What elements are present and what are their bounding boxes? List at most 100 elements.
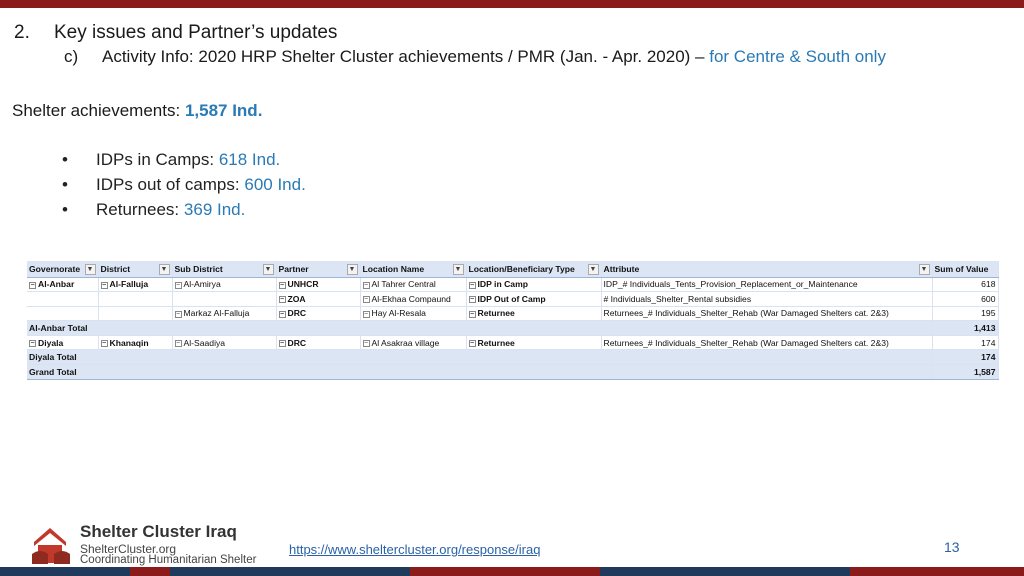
cell-district: Khanaqin: [109, 337, 149, 348]
subtotal-label: Al-Anbar Total: [27, 320, 933, 336]
subtotal-label: Diyala Total: [27, 349, 933, 366]
list-item: • IDPs out of camps: 600 Ind.: [62, 172, 306, 197]
collapse-icon[interactable]: −: [174, 339, 182, 347]
section-title: Key issues and Partner’s updates: [54, 22, 338, 43]
header-sum: Sum of Value: [932, 261, 999, 278]
logo-title: Shelter Cluster Iraq: [80, 522, 237, 541]
table-row: − ZOA − Al-Ekhaa Compaund − IDP Out of Camp…: [27, 291, 999, 307]
achievements-value: 1,587 Ind.: [184, 101, 263, 120]
cell-partner: UNHCR: [287, 279, 319, 290]
subtotal-row: Al-Anbar Total 1,413: [27, 320, 999, 336]
cell-type: IDP in Camp: [477, 279, 528, 290]
collapse-icon[interactable]: −: [468, 339, 476, 347]
cell-district: Al-Falluja: [109, 279, 149, 290]
subtitle-text: Activity Info: 2020 HRP Shelter Cluster …: [102, 47, 705, 66]
cell-subdistrict: Al-Amirya: [183, 279, 221, 290]
table-row: − Al-Anbar − Al-Falluja − Al-Amirya − UNHCR …: [27, 277, 999, 293]
table-row: − Markaz Al-Falluja − DRC − Hay Al-Resala −…: [27, 306, 999, 322]
cell-type: Returnee: [477, 308, 515, 319]
cell-location: Al Tahrer Central: [371, 279, 436, 290]
house-hands-icon: [32, 528, 70, 564]
header-district: District ▼: [98, 261, 173, 278]
cell-location: Hay Al-Resala: [371, 308, 426, 319]
item-label: IDPs out of camps:: [96, 175, 240, 194]
cell-governorate: Diyala: [38, 337, 64, 348]
page-number: 13: [944, 539, 960, 555]
collapse-icon[interactable]: −: [100, 281, 108, 289]
cell-subdistrict: Al-Saadiya: [183, 337, 226, 348]
cell-value: 174: [932, 335, 999, 351]
collapse-icon[interactable]: −: [362, 296, 370, 304]
filter-dropdown-icon[interactable]: ▼: [918, 263, 930, 275]
header-governorate: Governorate ▼: [27, 261, 99, 278]
footer-link[interactable]: https://www.sheltercluster.org/response/…: [289, 542, 540, 557]
grand-total-row: Grand Total 1,587: [27, 364, 999, 380]
collapse-icon[interactable]: −: [362, 339, 370, 347]
collapse-icon[interactable]: −: [362, 310, 370, 318]
shelter-cluster-logo: Shelter Cluster Iraq ShelterCluster.org …: [28, 522, 278, 566]
achievements-label: Shelter achievements:: [12, 101, 181, 120]
header-attribute: Attribute ▼: [601, 261, 933, 278]
breakdown-list: • IDPs in Camps: 618 Ind. • IDPs out of ca…: [62, 147, 306, 222]
grand-total-value: 1,587: [932, 364, 999, 380]
cell-attribute: Returnees_# Individuals_Shelter_Rehab (W…: [601, 306, 933, 322]
subtitle-label: c): [64, 47, 79, 66]
collapse-icon[interactable]: −: [468, 310, 476, 318]
bullet-icon: •: [62, 150, 68, 169]
collapse-icon[interactable]: −: [278, 310, 286, 318]
table-row: − Diyala − Khanaqin − Al-Saadiya − DRC − Al A…: [27, 335, 999, 351]
cell-value: 195: [932, 306, 999, 322]
collapse-icon[interactable]: −: [100, 339, 108, 347]
item-value: 369 Ind.: [183, 200, 246, 219]
collapse-icon[interactable]: −: [278, 281, 286, 289]
slide-subtitle: c) Activity Info: 2020 HRP Shelter Cluste…: [64, 47, 886, 67]
filter-active-icon[interactable]: ▼: [84, 263, 96, 275]
cell-attribute: Returnees_# Individuals_Shelter_Rehab (W…: [601, 335, 933, 351]
filter-dropdown-icon[interactable]: ▼: [346, 263, 358, 275]
collapse-icon[interactable]: −: [278, 339, 286, 347]
collapse-icon[interactable]: −: [29, 281, 36, 289]
item-value: 618 Ind.: [218, 150, 281, 169]
collapse-icon[interactable]: −: [468, 296, 476, 304]
table-header-row: Governorate ▼ District ▼ Sub District ▼ Par…: [27, 261, 999, 278]
slide-title: 2. Key issues and Partner’s updates: [14, 22, 337, 44]
pivot-table: Governorate ▼ District ▼ Sub District ▼ Par…: [27, 261, 999, 380]
cell-type: IDP Out of Camp: [477, 293, 546, 304]
item-label: IDPs in Camps:: [96, 150, 215, 169]
logo-tagline: Coordinating Humanitarian Shelter: [80, 554, 257, 566]
collapse-icon[interactable]: −: [468, 281, 476, 289]
cell-attribute: IDP_# Individuals_Tents_Provision_Replac…: [601, 277, 933, 293]
section-number: 2.: [14, 22, 30, 43]
filter-dropdown-icon[interactable]: ▼: [452, 263, 464, 275]
collapse-icon[interactable]: −: [174, 281, 182, 289]
filter-dropdown-icon[interactable]: ▼: [158, 263, 170, 275]
cell-location: Al Asakraa village: [371, 337, 440, 348]
cell-governorate: Al-Anbar: [38, 279, 75, 290]
filter-dropdown-icon[interactable]: ▼: [587, 263, 599, 275]
cell-partner: ZOA: [287, 293, 306, 304]
collapse-icon[interactable]: −: [362, 281, 370, 289]
collapse-icon[interactable]: −: [278, 296, 286, 304]
item-label: Returnees:: [96, 200, 180, 219]
header-partner: Partner ▼: [276, 261, 361, 278]
top-bar: [0, 0, 1024, 8]
subtitle-accent: for Centre & South only: [709, 47, 886, 66]
list-item: • Returnees: 369 Ind.: [62, 197, 306, 222]
header-location: Location Name ▼: [360, 261, 467, 278]
subtotal-value: 1,413: [932, 320, 999, 336]
list-item: • IDPs in Camps: 618 Ind.: [62, 147, 306, 172]
header-type: Location/Beneficiary Type ▼: [466, 261, 602, 278]
cell-partner: DRC: [287, 308, 307, 319]
bullet-icon: •: [62, 200, 68, 219]
cell-subdistrict: Markaz Al-Falluja: [183, 308, 250, 319]
header-subdistrict: Sub District ▼: [172, 261, 277, 278]
bottom-strip: [0, 567, 1024, 576]
collapse-icon[interactable]: −: [174, 310, 182, 318]
bullet-icon: •: [62, 175, 68, 194]
cell-value: 600: [932, 291, 999, 307]
subtotal-value: 174: [932, 349, 999, 366]
achievements-summary: Shelter achievements: 1,587 Ind.: [12, 101, 262, 121]
filter-dropdown-icon[interactable]: ▼: [262, 263, 274, 275]
cell-value: 618: [932, 277, 999, 293]
collapse-icon[interactable]: −: [29, 339, 36, 347]
